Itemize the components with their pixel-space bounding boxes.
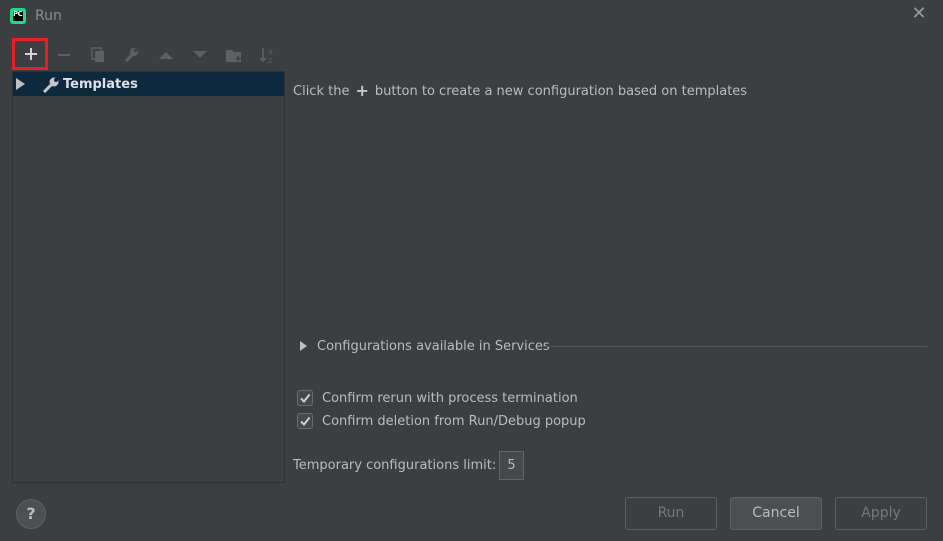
expand-arrow-icon[interactable] (300, 341, 307, 351)
temp-limit-label: Temporary configurations limit: (293, 458, 497, 473)
expand-arrow-icon[interactable] (16, 78, 25, 90)
empty-hint: Click the + button to create a new configu… (293, 81, 747, 100)
check-icon (300, 393, 311, 404)
temp-limit-input[interactable]: 5 (499, 451, 524, 480)
remove-configuration-button[interactable] (52, 43, 76, 67)
app-icon: PC (10, 8, 26, 24)
svg-text:z: z (268, 56, 272, 64)
move-down-button[interactable] (188, 43, 212, 67)
wrench-icon (124, 48, 138, 63)
copy-configuration-button[interactable] (86, 43, 110, 67)
add-icon: + (355, 81, 369, 100)
window-title: Run (35, 8, 62, 24)
help-button[interactable]: ? (16, 499, 46, 529)
run-button[interactable]: Run (625, 497, 717, 530)
remove-icon (58, 54, 70, 56)
confirm-rerun-checkbox[interactable] (297, 390, 313, 406)
svg-text:a: a (268, 47, 273, 56)
move-up-button[interactable] (154, 43, 178, 67)
sort-icon: az (259, 47, 273, 64)
confirm-delete-label[interactable]: Confirm deletion from Run/Debug popup (322, 414, 586, 429)
edit-templates-button[interactable] (119, 43, 143, 67)
new-folder-button[interactable] (222, 43, 246, 67)
hint-text-after: button to create a new configuration bas… (374, 84, 748, 99)
wrench-icon (42, 77, 59, 93)
check-icon (300, 416, 311, 427)
separator (543, 346, 927, 347)
sort-button[interactable]: az (256, 43, 280, 67)
add-icon[interactable] (23, 46, 39, 62)
close-button[interactable]: ✕ (909, 4, 929, 24)
confirm-delete-checkbox[interactable] (297, 413, 313, 429)
move-up-icon (159, 52, 173, 59)
hint-text-before: Click the (293, 84, 350, 99)
tree-item-label: Templates (63, 77, 138, 92)
close-icon[interactable]: ✕ (911, 3, 926, 24)
new-folder-icon (226, 50, 241, 62)
add-configuration-button[interactable] (12, 38, 48, 70)
configurations-tree[interactable] (12, 71, 285, 483)
move-down-icon (193, 51, 207, 58)
confirm-rerun-label[interactable]: Confirm rerun with process termination (322, 391, 578, 406)
apply-button[interactable]: Apply (835, 497, 927, 530)
app-icon-text: PC (13, 10, 23, 18)
services-section-label[interactable]: Configurations available in Services (317, 339, 550, 354)
copy-icon (91, 47, 104, 62)
cancel-button[interactable]: Cancel (730, 497, 822, 530)
